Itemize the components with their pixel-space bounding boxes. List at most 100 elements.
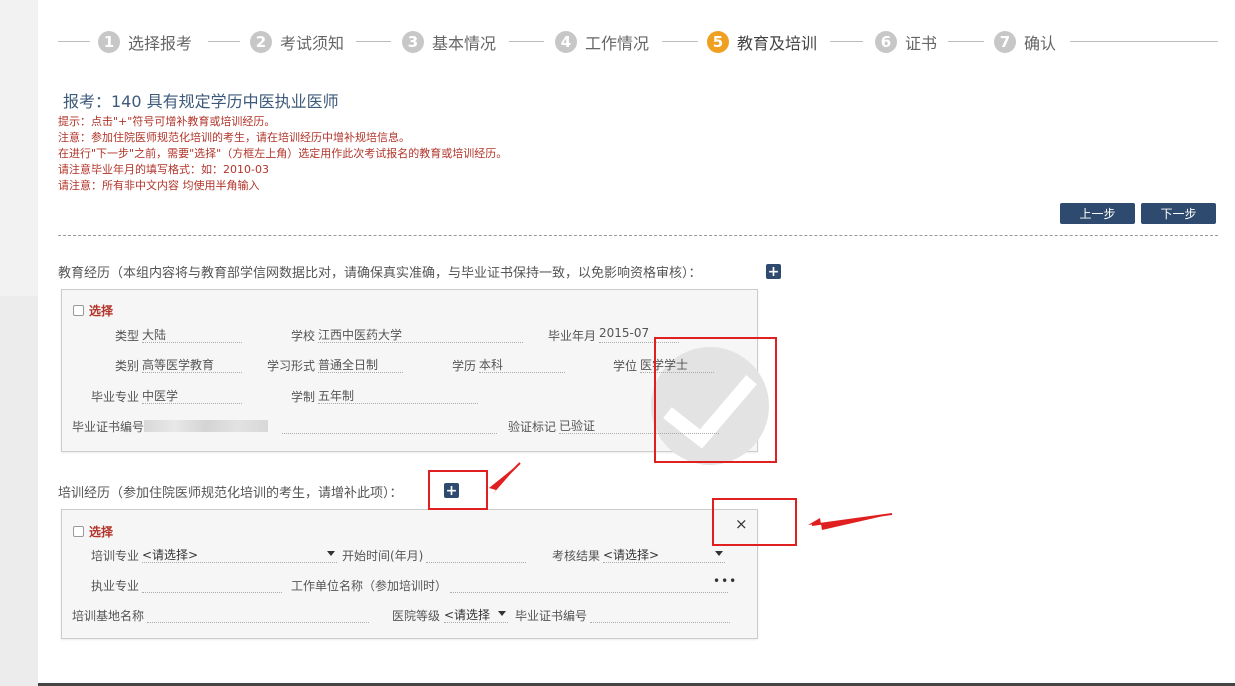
arrow-annotation <box>808 514 892 530</box>
section-divider <box>58 235 1218 236</box>
step-6[interactable]: 6 证书 <box>875 30 937 54</box>
assess-select[interactable]: <请选择> <box>603 546 725 563</box>
step-connector <box>58 41 90 42</box>
chevron-down-icon <box>327 551 335 556</box>
duration-label: 学制 <box>291 390 316 404</box>
highlight-box <box>654 337 777 463</box>
hospital-level-label: 医院等级 <box>392 609 441 623</box>
step-label: 选择报考 <box>128 34 193 53</box>
highlight-box <box>428 470 488 510</box>
arrow-annotation <box>493 462 521 490</box>
degree-label: 学位 <box>613 359 638 373</box>
start-time-label: 开始时间(年月) <box>342 549 424 563</box>
education-level-value[interactable]: 本科 <box>479 356 565 373</box>
grad-cert-label: 毕业证书编号 <box>515 609 588 623</box>
step-connector <box>208 41 240 42</box>
selected-option: <请选择> <box>603 548 660 562</box>
progress-stepper: 1 选择报考 2 考试须知 3 基本情况 4 工作情况 5 教育及培训 6 证书 7 确认 <box>58 28 1218 56</box>
assess-label: 考核结果 <box>552 549 601 563</box>
step-label: 工作情况 <box>585 34 650 53</box>
step-connector <box>1070 41 1218 42</box>
base-name-input[interactable] <box>147 606 369 623</box>
notice-item: 在进行"下一步"之前，需要"选择"（方框左上角）选定用作此次考试报名的教育或培训… <box>58 147 508 160</box>
type-value[interactable]: 大陆 <box>142 326 242 343</box>
step-5[interactable]: 5 教育及培训 <box>707 30 817 54</box>
step-1[interactable]: 1 选择报考 <box>98 30 192 54</box>
selected-option: <请选择> <box>142 548 199 562</box>
chevron-down-icon <box>715 551 723 556</box>
select-checkbox[interactable] <box>73 526 84 537</box>
verify-label: 验证标记 <box>508 420 557 434</box>
education-section-title: 教育经历（本组内容将与教育部学信网数据比对，请确保真实准确，与毕业证书保持一致，… <box>58 266 702 281</box>
page-title: 报考：140 具有规定学历中医执业医师 <box>63 92 339 111</box>
training-major-select[interactable]: <请选择> <box>142 546 337 563</box>
education-select[interactable]: 选择 <box>73 302 113 319</box>
hospital-level-select[interactable]: <请选择 <box>444 606 508 623</box>
step-connector <box>830 41 863 42</box>
step-label: 考试须知 <box>280 34 345 53</box>
study-form-value[interactable]: 普通全日制 <box>318 356 403 373</box>
notice-list: 提示：点击"+"符号可增补教育或培训经历。 注意：参加住院医师规范化培训的考生，… <box>58 114 507 194</box>
school-label: 学校 <box>291 329 316 343</box>
education-level-label: 学历 <box>452 359 477 373</box>
school-value[interactable]: 江西中医药大学 <box>318 326 523 343</box>
step-number: 4 <box>555 31 577 53</box>
step-number: 5 <box>707 31 729 53</box>
cert-no-label: 毕业证书编号 <box>72 420 145 434</box>
step-number: 6 <box>875 31 897 53</box>
step-4[interactable]: 4 工作情况 <box>555 30 649 54</box>
cert-no-redacted <box>144 420 268 432</box>
step-label: 教育及培训 <box>737 34 818 53</box>
next-button[interactable]: 下一步 <box>1141 203 1216 224</box>
arrow-annotation <box>489 463 520 495</box>
grad-cert-input[interactable] <box>590 606 730 623</box>
add-education-icon[interactable]: + <box>766 264 781 279</box>
prev-button[interactable]: 上一步 <box>1060 203 1135 224</box>
step-7[interactable]: 7 确认 <box>994 30 1056 54</box>
notice-item: 注意：参加住院医师规范化培训的考生，请在培训经历中增补规培信息。 <box>58 131 410 144</box>
duration-value[interactable]: 五年制 <box>318 387 478 404</box>
cert-no-value[interactable] <box>282 417 497 434</box>
training-section-title: 培训经历（参加住院医师规范化培训的考生，请增补此项）： <box>58 486 403 501</box>
step-number: 7 <box>994 31 1016 53</box>
selected-option: <请选择 <box>444 608 491 622</box>
more-icon[interactable]: ••• <box>713 574 737 588</box>
select-label: 选择 <box>89 525 114 539</box>
step-connector <box>509 41 544 42</box>
study-form-label: 学习形式 <box>267 359 316 373</box>
step-number: 3 <box>402 31 424 53</box>
practice-major-input[interactable] <box>142 576 282 593</box>
select-checkbox[interactable] <box>73 305 84 316</box>
left-panel <box>0 0 38 686</box>
category-value[interactable]: 高等医学教育 <box>142 356 242 373</box>
base-name-label: 培训基地名称 <box>72 609 145 623</box>
grad-date-label: 毕业年月 <box>548 329 597 343</box>
step-connector <box>356 41 391 42</box>
step-2[interactable]: 2 考试须知 <box>250 30 344 54</box>
step-connector <box>948 41 984 42</box>
chevron-down-icon <box>498 611 506 616</box>
step-label: 证书 <box>905 34 938 53</box>
practice-major-label: 执业专业 <box>91 579 140 593</box>
select-label: 选择 <box>89 304 114 318</box>
notice-item: 请注意：所有非中文内容 均使用半角输入 <box>58 179 260 192</box>
major-value[interactable]: 中医学 <box>142 387 242 404</box>
left-panel-shade <box>0 296 38 686</box>
notice-item: 请注意毕业年月的填写格式：如：2010-03 <box>58 163 269 176</box>
major-label: 毕业专业 <box>91 390 140 404</box>
training-select[interactable]: 选择 <box>73 523 113 540</box>
highlight-box <box>712 498 797 546</box>
step-connector <box>662 41 698 42</box>
category-label: 类别 <box>115 359 140 373</box>
step-number: 1 <box>98 31 120 53</box>
step-3[interactable]: 3 基本情况 <box>402 30 496 54</box>
start-time-input[interactable] <box>426 546 526 563</box>
work-unit-input[interactable] <box>450 576 728 593</box>
type-label: 类型 <box>115 329 140 343</box>
training-major-label: 培训专业 <box>91 549 140 563</box>
training-card: 选择 培训专业 <请选择> 开始时间(年月) 考核结果 <请选择> 执业专业 工… <box>61 509 758 639</box>
step-number: 2 <box>250 31 272 53</box>
arrow-annotation <box>811 513 893 526</box>
work-unit-label: 工作单位名称（参加培训时） <box>291 579 448 593</box>
notice-item: 提示：点击"+"符号可增补教育或培训经历。 <box>58 115 276 128</box>
